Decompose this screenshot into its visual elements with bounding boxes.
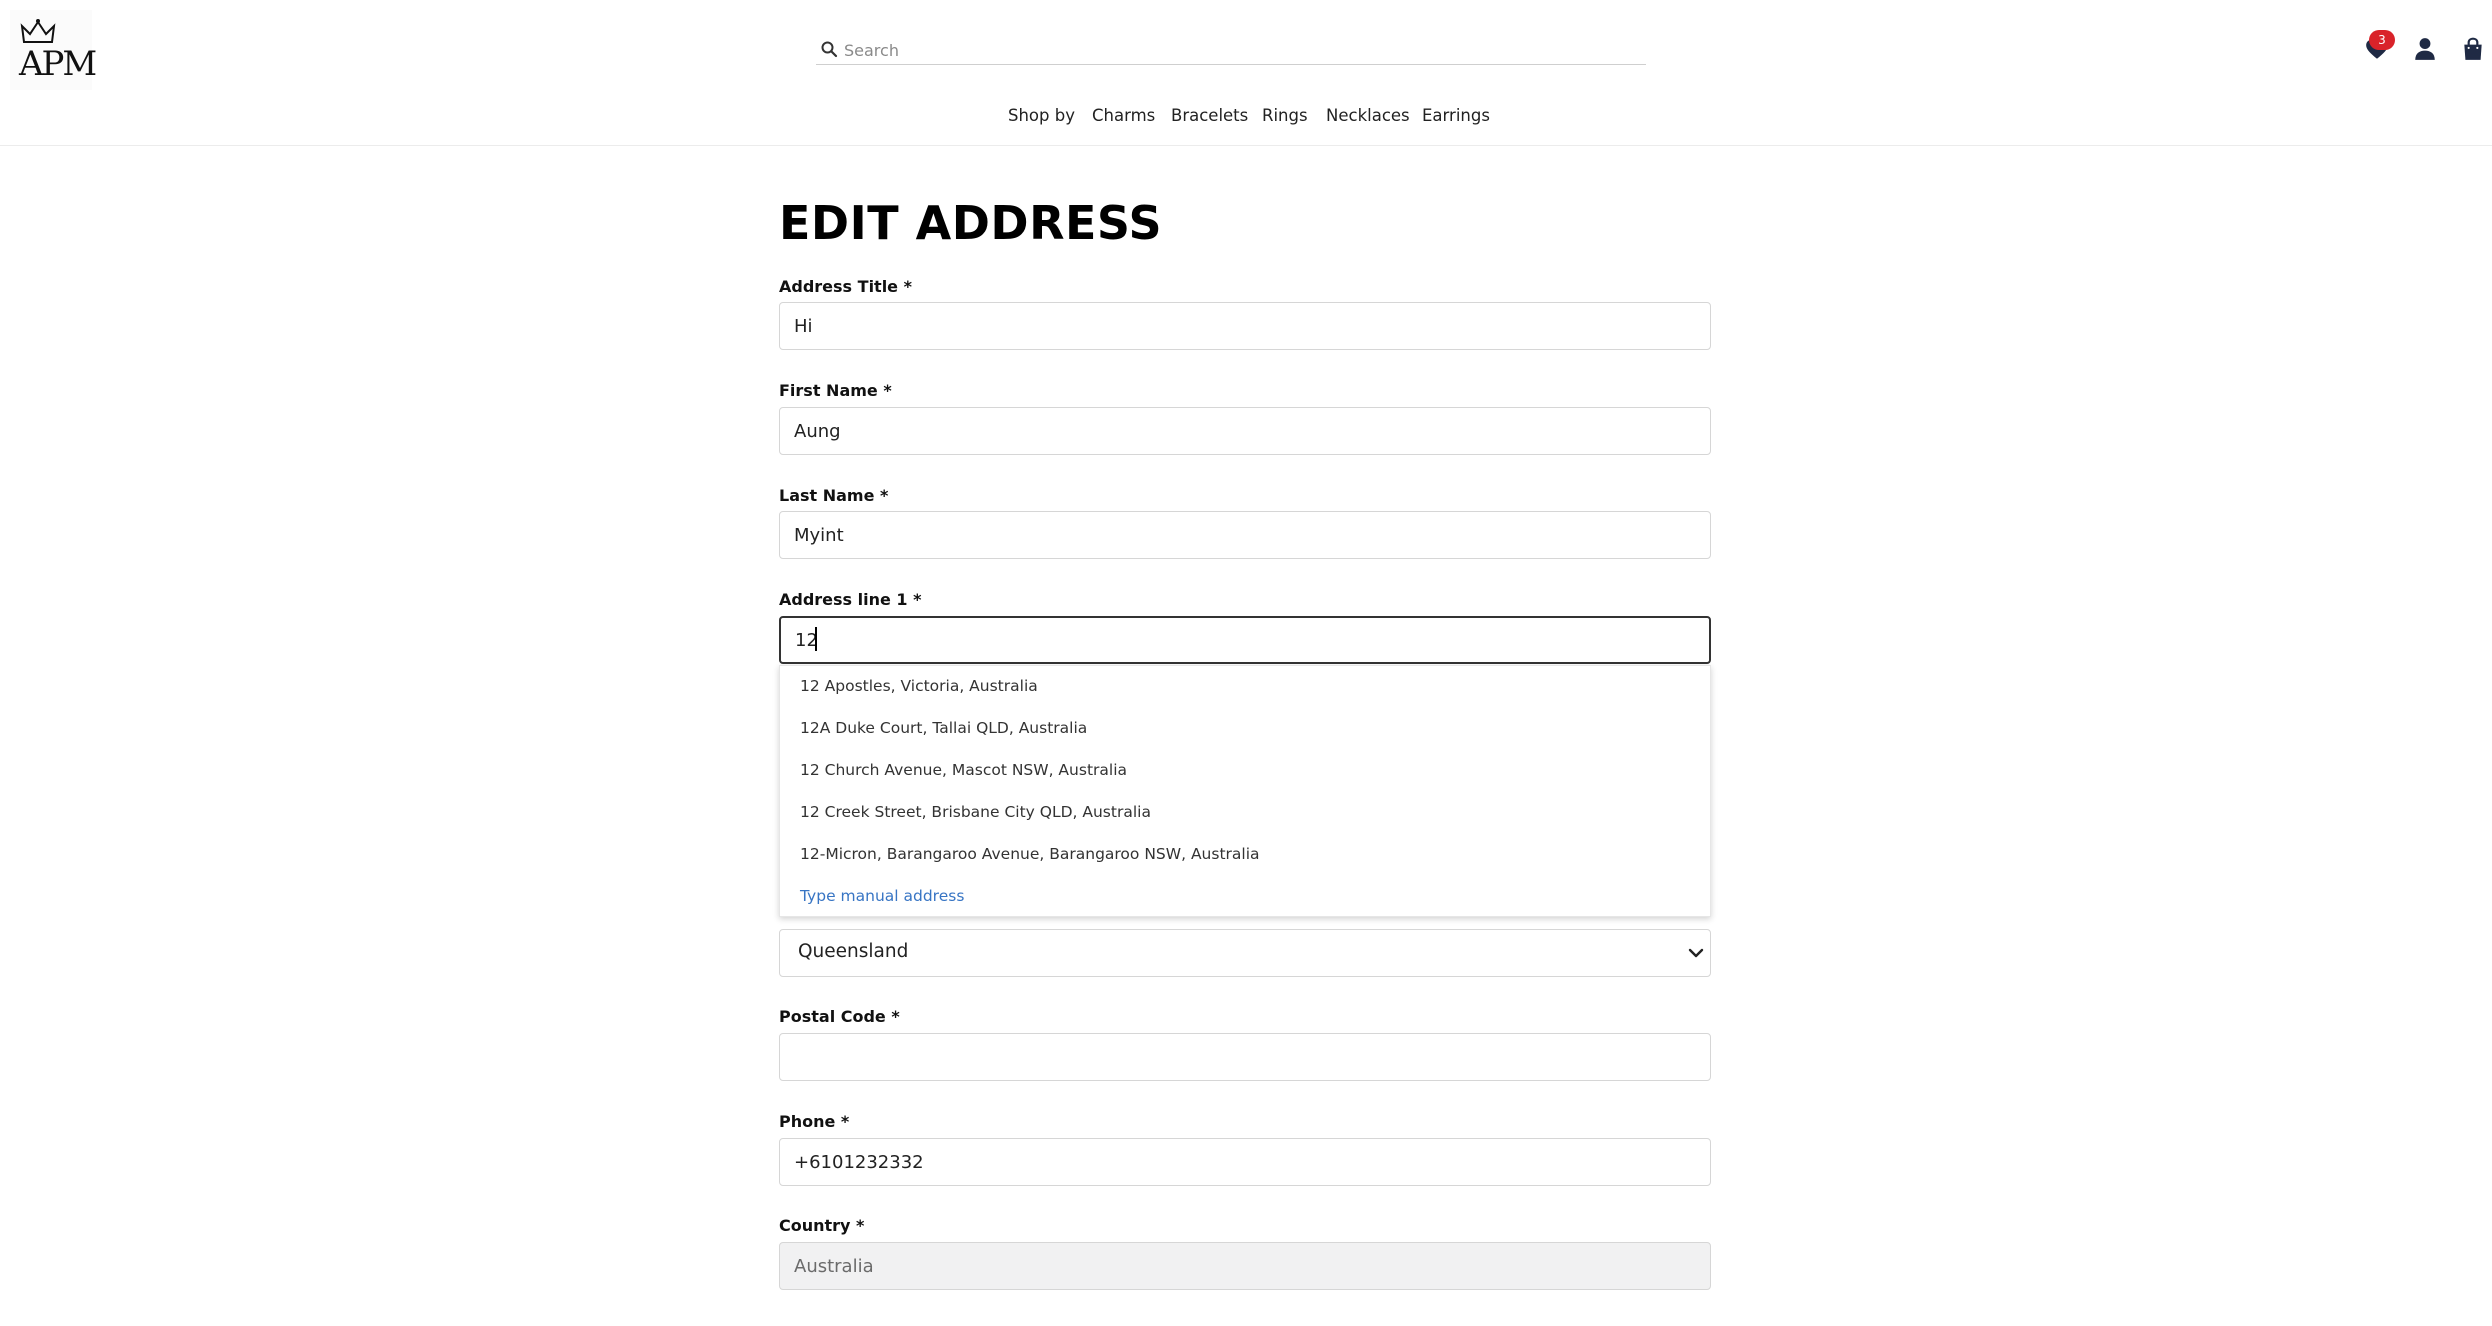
- search-input[interactable]: [844, 36, 1634, 64]
- address-line1-input[interactable]: [779, 616, 1711, 664]
- wishlist-count-badge: 3: [2369, 30, 2395, 50]
- first-name-label: First Name *: [779, 381, 892, 400]
- suggestion-item[interactable]: 12 Creek Street, Brisbane City QLD, Aust…: [800, 803, 1151, 821]
- last-name-input[interactable]: [779, 511, 1711, 559]
- nav-rings[interactable]: Rings: [1262, 106, 1308, 125]
- nav-shop-by[interactable]: Shop by: [1008, 106, 1075, 125]
- state-selected-value: Queensland: [798, 941, 909, 962]
- phone-input[interactable]: [779, 1138, 1711, 1186]
- search-icon: [821, 41, 838, 58]
- address-title-label: Address Title *: [779, 277, 912, 296]
- postal-code-input[interactable]: [779, 1033, 1711, 1081]
- apm-logo[interactable]: APM: [10, 10, 97, 90]
- address-autocomplete-dropdown: 12 Apostles, Victoria, Australia 12A Duk…: [779, 665, 1711, 917]
- chevron-down-icon: [1688, 948, 1704, 958]
- text-cursor: [815, 627, 817, 651]
- address-title-input[interactable]: [779, 302, 1711, 350]
- suggestion-item[interactable]: 12A Duke Court, Tallai QLD, Australia: [800, 719, 1087, 737]
- suggestion-item[interactable]: 12 Church Avenue, Mascot NSW, Australia: [800, 761, 1127, 779]
- nav-necklaces[interactable]: Necklaces: [1326, 106, 1410, 125]
- shopping-bag-icon[interactable]: [2460, 36, 2486, 62]
- crown-icon: [20, 19, 56, 43]
- user-icon[interactable]: [2412, 36, 2438, 62]
- last-name-label: Last Name *: [779, 486, 889, 505]
- nav-earrings[interactable]: Earrings: [1422, 106, 1490, 125]
- first-name-input[interactable]: [779, 407, 1711, 455]
- nav-bracelets[interactable]: Bracelets: [1171, 106, 1248, 125]
- state-select[interactable]: [779, 929, 1711, 977]
- search-bar[interactable]: [816, 36, 1646, 65]
- logo-text: APM: [19, 44, 97, 84]
- type-manual-address-link[interactable]: Type manual address: [800, 887, 964, 905]
- country-input: [779, 1242, 1711, 1290]
- address-line1-label: Address line 1 *: [779, 590, 922, 609]
- phone-label: Phone *: [779, 1112, 850, 1131]
- nav-charms[interactable]: Charms: [1092, 106, 1155, 125]
- postal-code-label: Postal Code *: [779, 1007, 900, 1026]
- main-nav: Shop by Charms Bracelets Rings Necklaces…: [0, 106, 2492, 134]
- suggestion-item[interactable]: 12-Micron, Barangaroo Avenue, Barangaroo…: [800, 845, 1260, 863]
- suggestion-item[interactable]: 12 Apostles, Victoria, Australia: [800, 677, 1038, 695]
- country-label: Country *: [779, 1216, 865, 1235]
- site-header: APM Shop by Charms Bracelets Rings Neckl…: [0, 0, 2492, 146]
- page-title: EDIT ADDRESS: [779, 196, 1163, 250]
